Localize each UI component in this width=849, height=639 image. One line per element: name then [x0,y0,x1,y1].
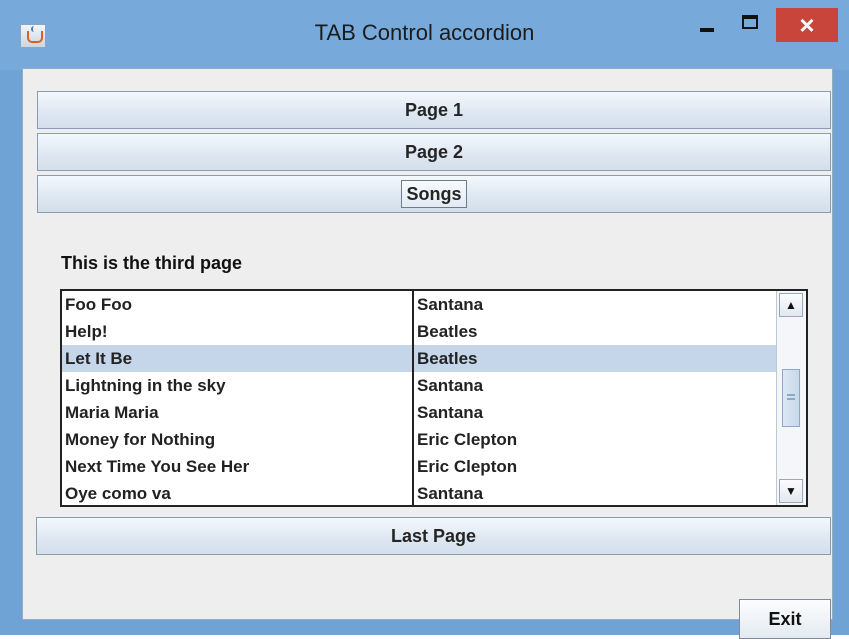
artist-cell: Santana [417,484,484,503]
table-row[interactable]: Lightning in the sky Santana [62,372,778,399]
song-title-cell: Foo Foo [65,295,133,314]
table-row[interactable]: Maria Maria Santana [62,399,778,426]
vertical-scrollbar[interactable]: ▲ ▼ [776,291,806,505]
artist-cell: Beatles [417,322,478,341]
grip-icon [787,394,795,396]
tab-songs-label: Songs [401,180,467,208]
tab-songs[interactable]: Songs [37,175,831,213]
application-window: TAB Control accordion × Page 1 Page 2 So… [0,0,849,639]
close-button[interactable]: × [776,8,838,42]
table-row[interactable]: Foo Foo Santana [62,291,778,318]
artist-cell: Santana [417,295,484,314]
tab-last-page[interactable]: Last Page [36,517,831,555]
tab-page-1[interactable]: Page 1 [37,91,831,129]
scroll-down-button[interactable]: ▼ [779,479,803,503]
minimize-button[interactable] [690,8,724,42]
song-title-cell: Next Time You See Her [65,457,250,476]
song-title-cell: Let It Be [65,349,133,368]
artist-cell: Santana [417,403,484,422]
table-row[interactable]: Oye como va Santana [62,480,778,507]
song-title-cell: Help! [65,322,108,341]
song-title-cell: Lightning in the sky [65,376,226,395]
maximize-icon [742,15,758,29]
table-row[interactable]: Money for Nothing Eric Clepton [62,426,778,453]
column-divider [412,291,414,505]
scroll-up-button[interactable]: ▲ [779,293,803,317]
exit-button[interactable]: Exit [739,599,831,639]
tab-control-accordion: Page 1 Page 2 Songs This is the third pa… [22,68,833,639]
artist-cell: Santana [417,376,484,395]
song-title-cell: Maria Maria [65,403,159,422]
scrollbar-thumb[interactable] [782,369,800,427]
artist-cell: Eric Clepton [417,430,518,449]
artist-cell: Beatles [417,349,478,368]
page-heading: This is the third page [61,253,243,273]
table-row[interactable]: Help! Beatles [62,318,778,345]
song-title-cell: Oye como va [65,484,171,503]
table-row[interactable]: Next Time You See Her Eric Clepton [62,453,778,480]
artist-cell: Eric Clepton [417,457,518,476]
tab-page-2[interactable]: Page 2 [37,133,831,171]
minimize-icon [700,28,714,32]
songs-table[interactable]: Foo Foo Santana Help! Beatles Let It Be … [60,289,808,507]
table-row-selected[interactable]: Let It Be Beatles [62,345,778,372]
maximize-button[interactable] [730,8,770,42]
song-title-cell: Money for Nothing [65,430,216,449]
title-bar[interactable]: TAB Control accordion × [0,0,849,70]
